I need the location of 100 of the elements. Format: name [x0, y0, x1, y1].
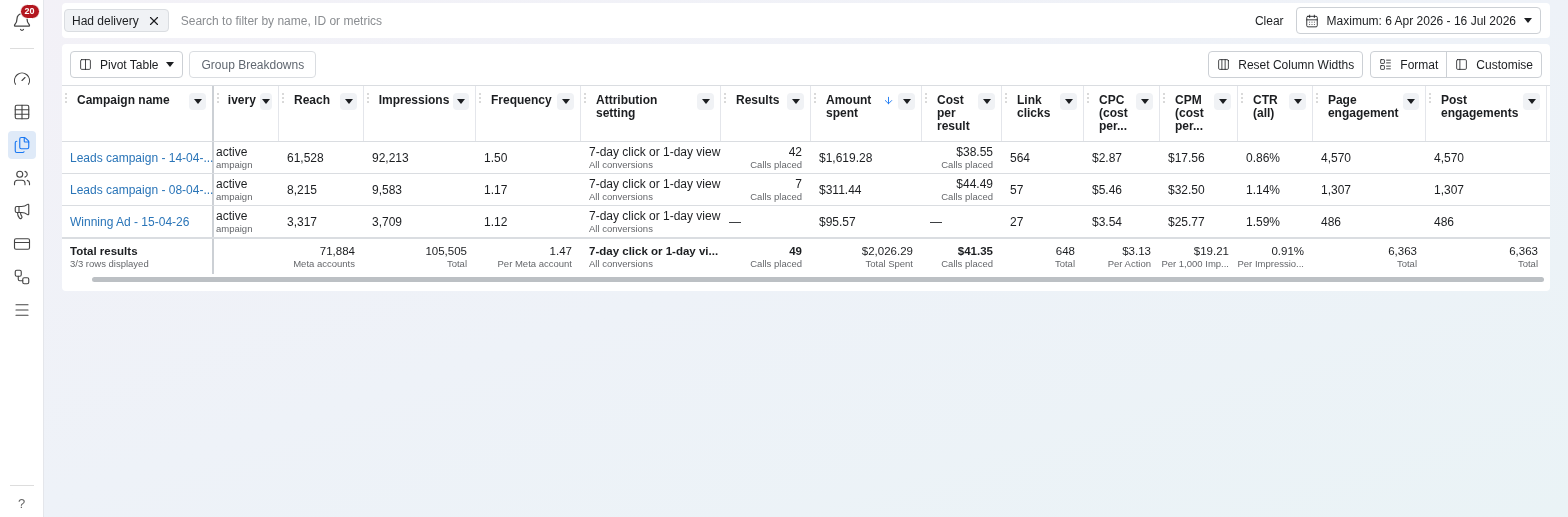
notification-count: 20	[19, 4, 40, 19]
cell-value: —	[930, 214, 942, 229]
cell-caption: 3/3 rows displayed	[70, 257, 149, 270]
drag-handle-icon[interactable]	[1005, 93, 1009, 103]
column-header[interactable]: Campaign name	[62, 86, 214, 141]
calendar-icon	[1304, 13, 1319, 28]
cell-value: 486	[1321, 214, 1342, 229]
drag-handle-icon[interactable]	[65, 93, 69, 103]
notifications-icon[interactable]	[11, 12, 32, 32]
column-header[interactable]: CPC (cost per...	[1084, 86, 1160, 141]
column-header[interactable]: Impressions	[364, 86, 476, 141]
drag-handle-icon[interactable]	[217, 93, 220, 103]
search-field[interactable]: Had delivery Search to filter by name, ID or metrics Clear Maximum: 6 Apr 2026 - 16 Jul 2026	[62, 3, 1550, 38]
cell-value: —	[729, 214, 741, 229]
cell-value: $1,619.28	[819, 150, 873, 165]
column-menu-button[interactable]	[898, 93, 915, 110]
column-menu-button[interactable]	[978, 93, 995, 110]
cell-caption: Per Meta account	[497, 257, 572, 270]
drag-handle-icon[interactable]	[814, 93, 818, 103]
column-menu-button[interactable]	[1402, 93, 1419, 110]
column-title: CPM (cost per...	[1174, 93, 1205, 133]
campaign-link[interactable]: Leads campaign - 14-04-...	[70, 150, 214, 165]
cell-value: 1,307	[1434, 182, 1465, 197]
column-header[interactable]: Link clicks	[1002, 86, 1084, 141]
cell-value: 7-day click or 1-day view	[589, 208, 721, 223]
column-menu-button[interactable]	[697, 93, 714, 110]
column-menu-button[interactable]	[259, 93, 272, 110]
date-range-button[interactable]: Maximum: 6 Apr 2026 - 16 Jul 2026	[1295, 7, 1541, 34]
column-menu-button[interactable]	[1289, 93, 1306, 110]
reset-column-widths-button[interactable]: Reset Column Widths	[1208, 51, 1364, 78]
cell-caption: Meta accounts	[293, 257, 355, 270]
help-button[interactable]: ?	[17, 493, 26, 513]
caret-icon	[1140, 99, 1149, 104]
group-breakdowns-button[interactable]: Group Breakdowns	[189, 51, 317, 78]
column-header[interactable]: ivery	[214, 86, 279, 141]
cell-value: active	[216, 208, 248, 223]
drag-handle-icon[interactable]	[1087, 93, 1091, 103]
drag-handle-icon[interactable]	[584, 93, 588, 103]
column-header[interactable]: Frequency	[476, 86, 581, 141]
cell-value: 8,215	[287, 182, 318, 197]
drag-handle-icon[interactable]	[282, 93, 286, 103]
column-menu-button[interactable]	[1523, 93, 1540, 110]
caret-icon	[982, 99, 991, 104]
cell-value: 486	[1434, 214, 1455, 229]
column-header[interactable]: CPM (cost per...	[1160, 86, 1238, 141]
column-menu-button[interactable]	[787, 93, 804, 110]
campaign-link[interactable]: Leads campaign - 08-04-...	[70, 182, 214, 197]
column-menu-button[interactable]	[1060, 93, 1077, 110]
column-header[interactable]: Page engagement	[1313, 86, 1426, 141]
caret-icon	[1064, 99, 1073, 104]
column-header[interactable]: Attribution setting	[581, 86, 721, 141]
caret-icon	[344, 99, 353, 104]
column-menu-button[interactable]	[1214, 93, 1231, 110]
column-menu-button[interactable]	[1136, 93, 1153, 110]
column-header[interactable]: Amount spent	[811, 86, 922, 141]
drag-handle-icon[interactable]	[1163, 93, 1167, 103]
column-header[interactable]: Results	[721, 86, 811, 141]
filter-chip[interactable]: Had delivery	[64, 9, 169, 32]
cell-value: 1.50	[484, 150, 508, 165]
pivot-table-button[interactable]: Pivot Table	[70, 51, 184, 78]
cell-caption: Calls placed	[941, 257, 993, 270]
cell-caption: ampaign	[216, 190, 253, 203]
total-value: $41.35	[957, 243, 993, 258]
column-header[interactable]: Cost per result	[922, 86, 1002, 141]
column-title: Impressions	[377, 93, 450, 107]
cell-caption: Calls placed	[750, 158, 802, 171]
column-menu-button[interactable]	[340, 93, 357, 110]
total-value: 49	[789, 243, 802, 258]
column-menu-button[interactable]	[453, 93, 469, 110]
customise-button[interactable]: Customise	[1447, 52, 1541, 77]
horizontal-scrollbar[interactable]	[92, 277, 1544, 282]
caret-icon	[1293, 99, 1302, 104]
cell-caption: Per Impressio...	[1237, 257, 1304, 270]
column-menu-button[interactable]	[557, 93, 574, 110]
caret-icon	[791, 99, 800, 104]
column-title: Link clicks	[1016, 93, 1052, 120]
drag-handle-icon[interactable]	[724, 93, 728, 103]
column-header[interactable]: CTR (all)	[1238, 86, 1313, 141]
drag-handle-icon[interactable]	[925, 93, 929, 103]
format-icon	[1379, 58, 1393, 71]
cell-value: 4,570	[1321, 150, 1352, 165]
caret-icon	[701, 99, 710, 104]
campaign-link[interactable]: Winning Ad - 15-04-26	[70, 214, 190, 229]
caret-icon	[902, 99, 911, 104]
column-menu-button[interactable]	[189, 93, 206, 110]
cell-value: $17.56	[1168, 150, 1205, 165]
column-header[interactable]: Reach	[279, 86, 364, 141]
pages-nav-button[interactable]	[7, 131, 36, 159]
cell-value: 7-day click or 1-day view	[589, 176, 721, 191]
cell-value: $2.87	[1092, 150, 1123, 165]
cell-caption: Per Action	[1107, 257, 1151, 270]
drag-handle-icon[interactable]	[1316, 93, 1320, 103]
drag-handle-icon[interactable]	[1429, 93, 1433, 103]
clear-button[interactable]: Clear	[1254, 11, 1284, 30]
drag-handle-icon[interactable]	[479, 93, 483, 103]
column-header[interactable]: Post engagements	[1426, 86, 1547, 141]
drag-handle-icon[interactable]	[1241, 93, 1245, 103]
cell-value: $32.50	[1168, 182, 1205, 197]
drag-handle-icon[interactable]	[367, 93, 371, 103]
format-button[interactable]: Format	[1371, 52, 1448, 77]
